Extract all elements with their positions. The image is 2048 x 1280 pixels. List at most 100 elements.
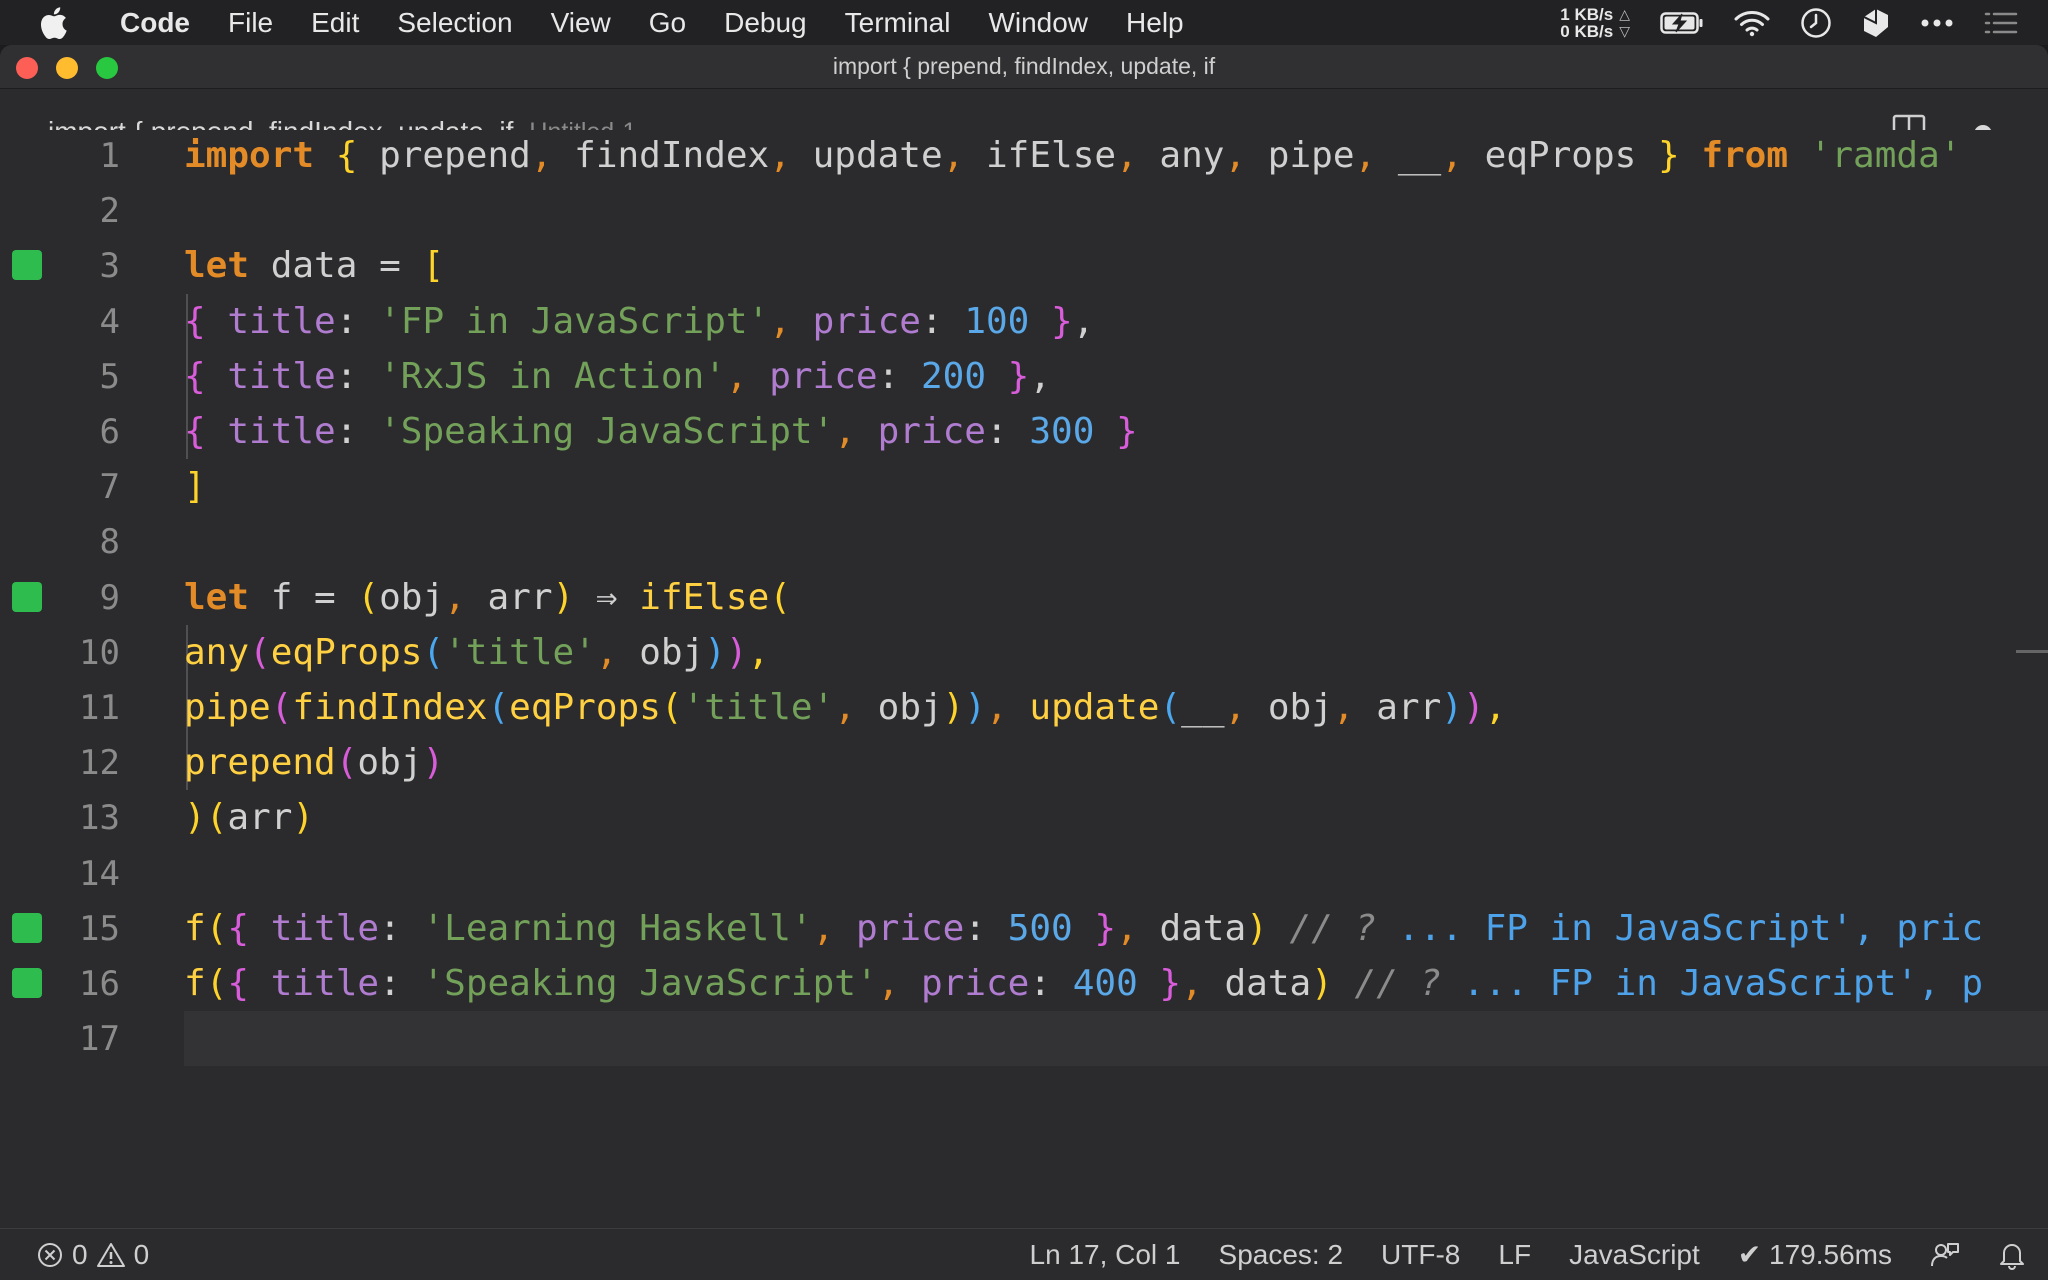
code-token: __ (1397, 135, 1442, 176)
code-token: ] (184, 466, 206, 508)
code-token: price (855, 907, 965, 949)
quokka-timing[interactable]: ✔ 179.56ms (1738, 1238, 1892, 1271)
code-token: 'RxJS in Action' (379, 355, 726, 397)
code-token: { (227, 963, 271, 1004)
code-line[interactable]: prepend(obj) (184, 735, 444, 790)
code-token: , (877, 963, 921, 1004)
code-token: , (769, 135, 813, 176)
indentation-setting[interactable]: Spaces: 2 (1219, 1239, 1344, 1271)
code-token: , (942, 135, 986, 176)
language-mode[interactable]: JavaScript (1569, 1239, 1700, 1271)
apple-icon[interactable] (38, 3, 78, 43)
code-line[interactable]: f({ title: 'Learning Haskell', price: 50… (184, 901, 1983, 956)
code-line[interactable]: )(arr) (184, 790, 314, 845)
code-token: ) (1311, 963, 1333, 1004)
menu-selection[interactable]: Selection (378, 0, 531, 45)
menu-debug[interactable]: Debug (705, 0, 826, 45)
code-line[interactable]: let data = [ (184, 238, 444, 293)
line-number: 17 (79, 1019, 120, 1060)
code-line[interactable]: f({ title: 'Speaking JavaScript', price:… (184, 956, 1983, 1011)
line-number: 10 (79, 632, 120, 673)
code-token: data (270, 245, 380, 287)
code-line[interactable]: { title: 'FP in JavaScript', price: 100 … (184, 294, 1094, 349)
code-token: ) (1246, 907, 1268, 949)
line-number: 2 (99, 191, 120, 232)
code-editor[interactable]: 1 import { prepend, findIndex, update, if… (0, 130, 2048, 1228)
network-speed[interactable]: 1 KB/s 0 KB/s (1560, 6, 1613, 40)
wifi-icon[interactable] (1734, 9, 1770, 37)
code-token: obj (639, 631, 705, 673)
code-token: obj (1267, 687, 1333, 728)
code-token: : (335, 355, 380, 397)
code-token: price (920, 963, 1030, 1004)
code-line[interactable]: ] (184, 459, 206, 514)
net-down-arrow: ▽ (1619, 22, 1630, 39)
menu-app-code[interactable]: Code (110, 0, 209, 45)
end-of-line[interactable]: LF (1498, 1239, 1531, 1271)
notifications-bell-icon[interactable] (1998, 1240, 2026, 1270)
code-token: ( (487, 687, 510, 728)
code-line[interactable]: let f = (obj, arr) ⇒ ifElse( (184, 570, 791, 625)
code-token: ... FP in JavaScript', pric (1397, 907, 1984, 949)
menu-view[interactable]: View (532, 0, 630, 45)
problems-indicator[interactable]: 0 0 (36, 1239, 149, 1271)
error-icon (36, 1241, 64, 1269)
code-token: let (184, 576, 271, 618)
code-line[interactable]: { title: 'RxJS in Action', price: 200 }, (184, 349, 1051, 404)
code-token: , (1224, 687, 1268, 728)
overview-ruler-slider[interactable] (2016, 650, 2048, 653)
feedback-icon[interactable] (1930, 1240, 1960, 1270)
window-maximize-button[interactable] (96, 57, 118, 79)
code-token: : (985, 411, 1030, 452)
code-token: pipe (1267, 135, 1355, 176)
code-token: from (1701, 135, 1810, 176)
menu-help[interactable]: Help (1107, 0, 1203, 45)
code-token: } (1636, 135, 1702, 176)
code-token: ifElse (986, 135, 1117, 176)
code-token: ifElse (639, 576, 770, 618)
menu-window[interactable]: Window (969, 0, 1107, 45)
menu-terminal[interactable]: Terminal (826, 0, 970, 45)
clock-icon[interactable] (1800, 7, 1832, 39)
code-token: 400 (1072, 963, 1138, 1004)
code-token: , (834, 411, 878, 452)
line-number: 13 (79, 798, 120, 839)
cursor-position[interactable]: Ln 17, Col 1 (1030, 1239, 1181, 1271)
code-line[interactable]: import { prepend, findIndex, update, ifE… (184, 128, 1961, 183)
code-token: ( (205, 907, 228, 949)
code-token: // ? (1332, 963, 1463, 1004)
error-count: 0 (72, 1238, 88, 1270)
line-number: 6 (99, 412, 120, 452)
menu-edit[interactable]: Edit (292, 0, 378, 45)
code-token: arr (227, 797, 293, 839)
code-line[interactable]: { title: 'Speaking JavaScript', price: 3… (184, 404, 1138, 459)
menu-file[interactable]: File (209, 0, 292, 45)
line-number: 5 (99, 356, 120, 397)
code-token: pipe (184, 687, 271, 728)
code-token: findIndex (574, 135, 770, 176)
code-token: , (1116, 135, 1160, 176)
more-icon[interactable] (1920, 18, 1954, 28)
window-minimize-button[interactable] (56, 57, 78, 79)
file-encoding[interactable]: UTF-8 (1381, 1239, 1460, 1271)
code-token: eqProps (270, 631, 423, 673)
code-token: ) (964, 687, 987, 728)
code-line[interactable]: any(eqProps('title', obj)), (184, 625, 769, 680)
battery-charging-icon[interactable] (1660, 11, 1704, 35)
window-titlebar[interactable]: import { prepend, findIndex, update, if (0, 45, 2048, 89)
code-token: 'Speaking JavaScript' (379, 411, 835, 452)
code-token: : (335, 300, 380, 342)
code-token: ( (205, 797, 228, 839)
code-token: : (964, 907, 1008, 949)
window-close-button[interactable] (16, 57, 38, 79)
code-line[interactable]: pipe(findIndex(eqProps('title', obj)), u… (184, 680, 1506, 735)
code-token: obj (877, 687, 943, 728)
code-token: , (595, 631, 640, 673)
code-token: price (812, 300, 921, 342)
dropbox-icon[interactable] (1862, 7, 1890, 39)
code-token: f (184, 963, 206, 1004)
menu-go[interactable]: Go (630, 0, 705, 45)
list-icon[interactable] (1984, 11, 2018, 35)
net-down-speed: 0 KB/s (1560, 21, 1614, 41)
code-token: : (335, 411, 380, 452)
